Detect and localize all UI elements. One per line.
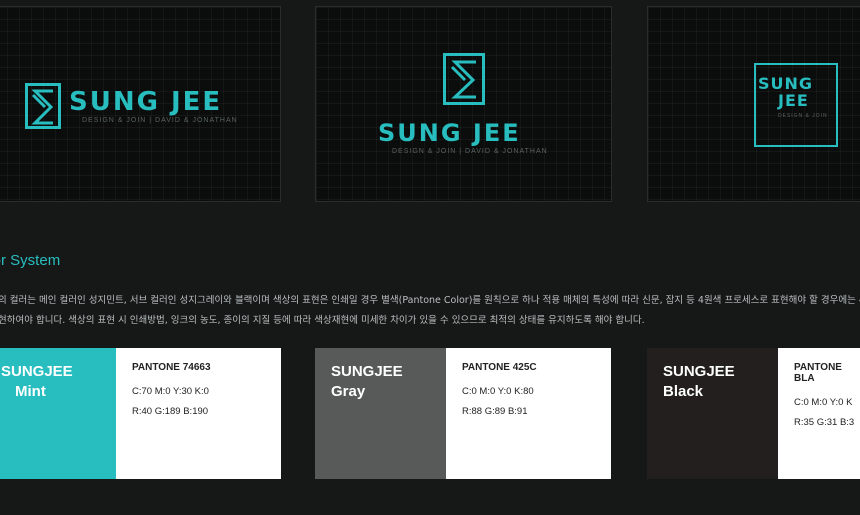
color-swatch: SUNGJEE Black	[647, 348, 778, 479]
cmyk-values: C:0 M:0 Y:0 K:80	[462, 386, 534, 397]
color-name: SUNGJEE	[1, 363, 73, 380]
rgb-values: R:35 G:31 B:3	[794, 417, 855, 428]
wordmark: SUNG JEE	[378, 119, 521, 147]
rgb-values: R:40 G:189 B:190	[132, 406, 209, 417]
logo-panel-stacked: SUNG JEE DESIGN & JOIN | DAVID & JONATHA…	[315, 6, 612, 202]
cmyk-values: C:0 M:0 Y:0 K	[794, 397, 853, 408]
tagline: DESIGN & JOIN | DAVID & JONATHAN	[82, 117, 238, 124]
color-swatch: SUNGJEE Gray	[315, 348, 446, 479]
sungjee-symbol-icon	[443, 53, 485, 105]
color-swatch: SUNGJEE Mint	[0, 348, 116, 479]
color-name: SUNGJEE	[663, 363, 735, 380]
wordmark: SUNG JEE	[69, 87, 223, 117]
color-name-sub: Mint	[15, 383, 46, 400]
pantone-code: PANTONE BLA	[794, 362, 842, 384]
wordmark-line-1: SUNG	[758, 74, 814, 93]
color-card-gray: SUNGJEE Gray PANTONE 425C C:0 M:0 Y:0 K:…	[315, 348, 611, 479]
color-spec: PANTONE BLA C:0 M:0 Y:0 K R:35 G:31 B:3	[778, 348, 860, 479]
wordmark-line-2: JEE	[778, 91, 809, 110]
pantone-code: PANTONE 425C	[462, 362, 537, 373]
tagline: DESIGN & JOIN	[778, 113, 828, 119]
logo-panel-boxed: SUNG JEE DESIGN & JOIN	[647, 6, 860, 202]
section-title: olor System	[0, 252, 61, 269]
color-card-black: SUNGJEE Black PANTONE BLA C:0 M:0 Y:0 K …	[647, 348, 860, 479]
color-card-mint: SUNGJEE Mint PANTONE 74663 C:70 M:0 Y:30…	[0, 348, 281, 479]
description-line-2: 현하여야 합니다. 색상의 표현 시 인쇄방법, 잉크의 농도, 종이의 지질 …	[0, 315, 645, 326]
rgb-values: R:88 G:89 B:91	[462, 406, 528, 417]
logo-panel-horizontal: SUNG JEE DESIGN & JOIN | DAVID & JONATHA…	[0, 6, 281, 202]
sungjee-symbol-icon	[25, 83, 61, 129]
cmyk-values: C:70 M:0 Y:30 K:0	[132, 386, 209, 397]
color-name: SUNGJEE	[331, 363, 403, 380]
color-name-sub: Gray	[331, 383, 366, 400]
color-name-sub: Black	[663, 383, 704, 400]
color-spec: PANTONE 74663 C:70 M:0 Y:30 K:0 R:40 G:1…	[116, 348, 281, 479]
tagline: DESIGN & JOIN | DAVID & JONATHAN	[392, 148, 548, 155]
pantone-code: PANTONE 74663	[132, 362, 211, 373]
logo-box-frame: SUNG JEE DESIGN & JOIN	[754, 63, 838, 147]
color-spec: PANTONE 425C C:0 M:0 Y:0 K:80 R:88 G:89 …	[446, 348, 611, 479]
description-line-1: 의 컬러는 메인 컬러인 성지민트, 서브 컬러인 성지그레이와 블랙이며 색상…	[0, 295, 860, 306]
